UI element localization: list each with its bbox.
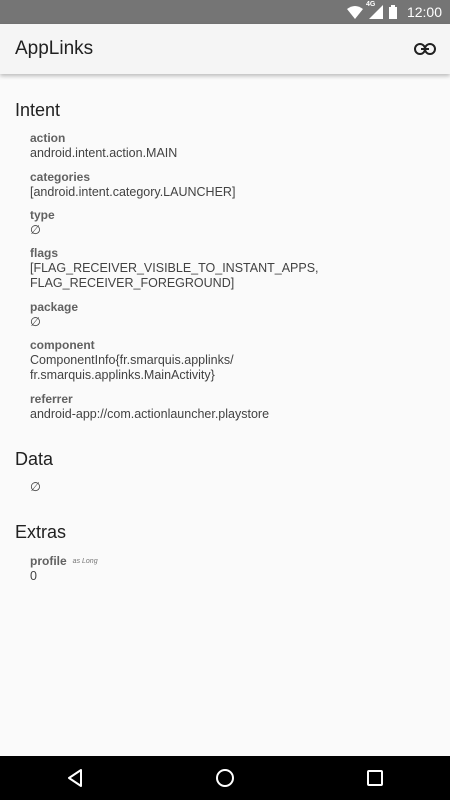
link-icon[interactable] [412,36,438,62]
network-type: 4G [365,1,376,8]
field-value: [FLAG_RECEIVER_VISIBLE_TO_INSTANT_APPS, [30,261,319,275]
field-value: FLAG_RECEIVER_FOREGROUND] [30,276,235,290]
wifi-icon [346,5,363,19]
field-label: categories [30,170,91,184]
field-referrer: referrer android-app://com.actionlaunche… [30,392,430,422]
field-value: android.intent.action.MAIN [30,146,178,160]
section-title-data: Data [15,449,54,469]
clock: 12:00 [406,4,442,20]
field-label: referrer [30,392,73,406]
field-value: android-app://com.actionlauncher.playsto… [30,407,270,421]
intent-details: Intent action android.intent.action.MAIN… [0,74,450,756]
navigation-bar [0,756,450,800]
field-label-row: profile as Long [30,554,430,569]
field-value: ∅ [30,223,41,237]
back-icon[interactable] [55,758,95,798]
section-title-extras: Extras [15,522,67,542]
field-value: ∅ [30,315,41,329]
field-action: action android.intent.action.MAIN [30,131,430,161]
field-component: component ComponentInfo{fr.smarquis.appl… [30,338,430,383]
home-icon[interactable] [205,758,245,798]
field-type: type ∅ [30,208,430,238]
battery-icon [388,5,397,19]
field-label: type [30,208,55,222]
field-value: fr.smarquis.applinks.MainActivity} [30,368,215,382]
field-flags: flags [FLAG_RECEIVER_VISIBLE_TO_INSTANT_… [30,246,430,291]
field-value: ComponentInfo{fr.smarquis.applinks/ [30,353,234,367]
signal-icon: 4G [366,1,383,19]
status-bar: 4G 12:00 [0,0,450,24]
field-profile: profile as Long 0 [30,554,430,584]
field-categories: categories [android.intent.category.LAUN… [30,170,430,200]
field-label: flags [30,246,59,260]
field-value: 0 [30,569,37,584]
type-hint: as Long [72,558,98,566]
field-value: [android.intent.category.LAUNCHER] [30,185,236,199]
field-label: profile [30,554,67,568]
section-title-intent: Intent [15,100,61,120]
field-label: action [30,131,66,145]
app-title: AppLinks [15,38,94,59]
field-data: ∅ [30,480,430,495]
field-label: package [30,300,79,314]
app-bar: AppLinks [0,24,450,74]
recents-icon[interactable] [355,758,395,798]
field-value: ∅ [30,480,41,494]
field-package: package ∅ [30,300,430,330]
field-label: component [30,338,95,352]
